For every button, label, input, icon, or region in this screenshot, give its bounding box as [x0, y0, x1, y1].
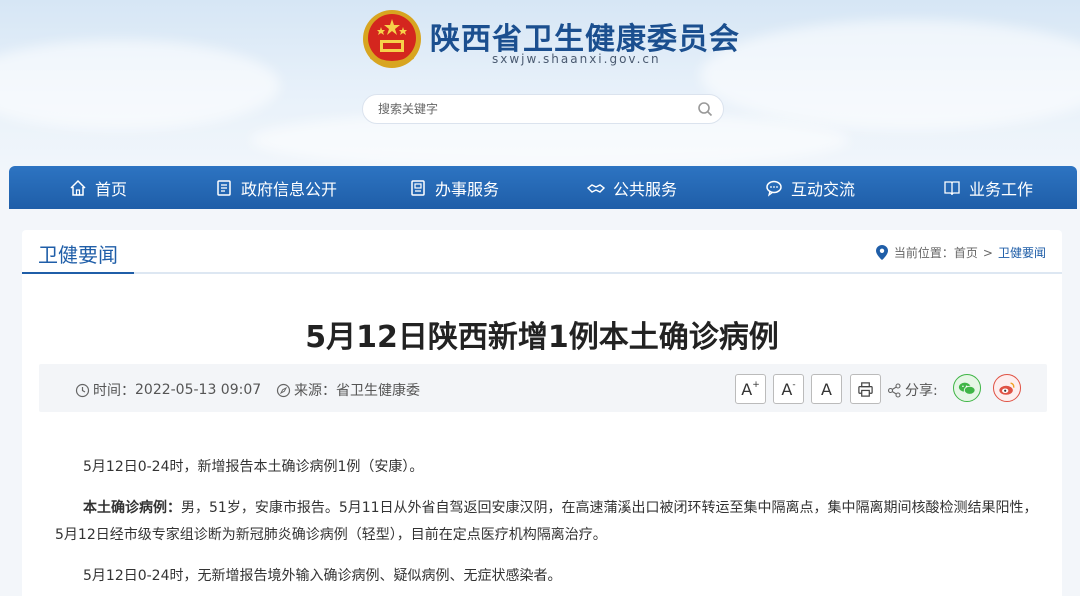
search-icon[interactable]: [697, 101, 713, 117]
cloud-decoration: [700, 20, 1080, 130]
nav-item-label: 政府信息公开: [240, 179, 337, 199]
nav-item-gov-info[interactable]: 政府信息公开: [187, 166, 365, 209]
clock-icon: [75, 383, 90, 397]
share-section: 分享:: [887, 380, 938, 400]
section-title: 卫健要闻: [38, 243, 118, 267]
plus-icon: +: [752, 380, 760, 390]
wechat-icon: [958, 382, 976, 395]
main-nav: 首页 政府信息公开 办事服务 公共服务 互动交流 业务工作: [9, 166, 1077, 209]
nav-item-label: 办事服务: [434, 179, 499, 199]
article-meta-bar: 时间： 2022-05-13 09:07 来源： 省卫生健康委 A + A- A …: [39, 364, 1047, 412]
share-label: 分享:: [905, 383, 938, 399]
share-weibo-button[interactable]: [993, 374, 1021, 402]
breadcrumb-current-link[interactable]: 卫健要闻: [998, 244, 1046, 261]
minus-icon: -: [792, 380, 796, 390]
time-label: 时间：: [93, 383, 135, 399]
font-increase-button[interactable]: A +: [735, 374, 766, 404]
nav-item-label: 业务工作: [968, 179, 1033, 199]
paragraph-bold-lead: 本土确诊病例：: [83, 500, 181, 516]
national-emblem-icon: [363, 10, 421, 68]
share-wechat-button[interactable]: [953, 374, 981, 402]
breadcrumb-separator: >: [982, 245, 993, 260]
compass-icon: [276, 383, 291, 397]
handshake-icon: [586, 183, 605, 193]
article-body: 5月12日0-24时，新增报告本土确诊病例1例（安康）。 本土确诊病例：男，51…: [55, 454, 1045, 596]
weibo-icon: [999, 381, 1015, 395]
cloud-decoration: [0, 40, 280, 130]
paragraph-text: 男，51岁，安康市报告。5月11日从外省自驾返回安康汉阴，在高速蒲溪出口被闭环转…: [55, 500, 1038, 543]
nav-item-public-services[interactable]: 公共服务: [543, 166, 721, 209]
book-icon: [944, 180, 960, 195]
share-icon: [887, 382, 901, 398]
location-pin-icon: [875, 245, 888, 260]
breadcrumb-label: 当前位置：: [893, 246, 954, 260]
article-source: 来源： 省卫生健康委: [276, 380, 420, 400]
search-box[interactable]: [362, 94, 724, 124]
nav-item-services[interactable]: 办事服务: [365, 166, 543, 209]
article-paragraph: 5月12日0-24时，新增报告本土确诊病例1例（安康）。: [83, 459, 424, 475]
home-icon: [70, 179, 86, 196]
publish-time: 时间： 2022-05-13 09:07: [75, 380, 261, 400]
site-url: sxwjw.shaanxi.gov.cn: [492, 52, 661, 66]
service-icon: [411, 179, 425, 196]
font-button-label: A: [741, 379, 753, 399]
article-paragraph: 本土确诊病例：男，51岁，安康市报告。5月11日从外省自驾返回安康汉阴，在高速蒲…: [55, 495, 1045, 549]
source-label: 来源：: [294, 383, 336, 399]
nav-item-label: 互动交流: [790, 179, 855, 199]
site-header: 陕西省卫生健康委员会 sxwjw.shaanxi.gov.cn: [0, 0, 1080, 170]
breadcrumb-home-link[interactable]: 首页: [954, 244, 978, 261]
font-decrease-button[interactable]: A-: [773, 374, 804, 404]
article-container: 5月12日陕西新增1例本土确诊病例 时间： 2022-05-13 09:07 来…: [22, 274, 1062, 596]
nav-item-business[interactable]: 业务工作: [899, 166, 1077, 209]
font-button-label: A: [821, 379, 832, 399]
article-paragraph: 5月12日0-24时，无新增报告境外输入确诊病例、疑似病例、无症状感染者。: [83, 568, 562, 584]
nav-item-label: 首页: [94, 179, 127, 199]
section-header: 卫健要闻 当前位置： 首页 > 卫健要闻: [22, 230, 1062, 274]
font-button-label: A: [781, 379, 793, 399]
chat-icon: [766, 180, 782, 197]
nav-item-label: 公共服务: [612, 179, 677, 199]
breadcrumb: 当前位置： 首页 > 卫健要闻: [875, 244, 1046, 261]
font-reset-button[interactable]: A: [811, 374, 842, 404]
article-title: 5月12日陕西新增1例本土确诊病例: [305, 320, 779, 355]
nav-item-home[interactable]: 首页: [9, 166, 187, 209]
search-input[interactable]: [378, 102, 678, 116]
time-value: 2022-05-13 09:07: [135, 382, 262, 398]
print-button[interactable]: [850, 374, 881, 404]
nav-item-interaction[interactable]: 互动交流: [721, 166, 899, 209]
printer-icon: [858, 381, 873, 397]
source-value: 省卫生健康委: [336, 383, 420, 399]
document-icon: [217, 179, 231, 196]
